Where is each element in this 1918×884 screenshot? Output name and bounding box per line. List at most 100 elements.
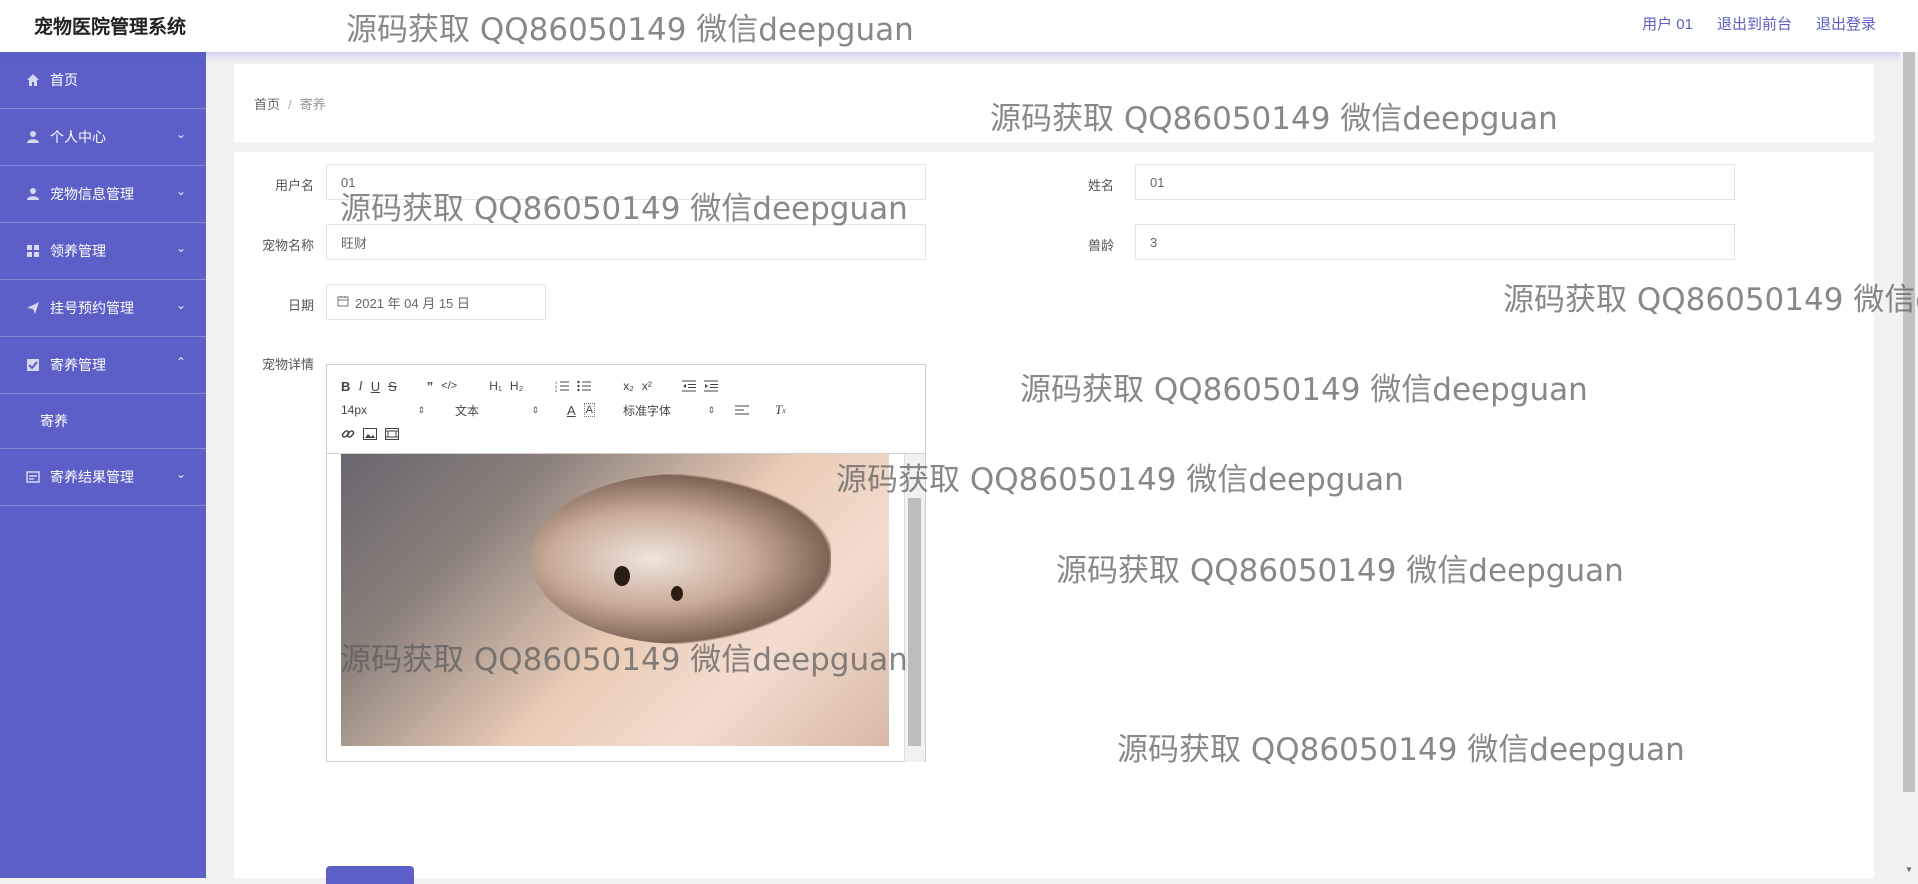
app-title: 宠物医院管理系统 — [34, 17, 187, 38]
strikethrough-icon[interactable]: S — [388, 377, 397, 395]
breadcrumb-home[interactable]: 首页 — [254, 97, 280, 112]
sidebar-item-label: 寄养结果管理 — [50, 469, 134, 485]
heading1-icon[interactable]: H₁ — [489, 377, 502, 395]
top-links: 用户 01 退出到前台 退出登录 — [1642, 13, 1876, 34]
editor-content[interactable] — [327, 453, 925, 762]
sidebar-item-label: 首页 — [50, 72, 78, 88]
clear-format-icon[interactable]: Tx — [775, 401, 786, 419]
sidebar-item-boarding-result[interactable]: 寄养结果管理 ⌄ — [0, 449, 206, 506]
heading2-icon[interactable]: H₂ — [510, 377, 523, 395]
background-color-icon[interactable]: A — [583, 403, 596, 417]
svg-text:3: 3 — [555, 388, 558, 392]
sidebar-item-label: 挂号预约管理 — [50, 300, 134, 316]
cat-photo — [341, 454, 889, 746]
chevron-down-icon: ⌄ — [175, 241, 186, 255]
cat-eye-left — [614, 566, 630, 586]
chevron-down-icon: ⌄ — [175, 467, 186, 481]
sidebar-item-label: 个人中心 — [50, 129, 106, 145]
editor-toolbar-row-1: B I U S ” </> H₁ H₂ 123 x₂ x² — [341, 377, 726, 395]
grid-icon — [24, 242, 42, 260]
home-icon — [24, 71, 42, 89]
align-icon[interactable] — [735, 401, 750, 419]
pet-name-label: 宠物名称 — [261, 238, 314, 253]
breadcrumb-separator: / — [288, 97, 292, 112]
code-block-icon[interactable]: </> — [441, 377, 457, 395]
underline-icon[interactable]: U — [371, 377, 380, 395]
sidebar-item-boarding[interactable]: 寄养管理 ⌃ — [0, 337, 206, 394]
pet-name-field[interactable]: 旺财 — [326, 224, 926, 260]
sidebar-item-personal-center[interactable]: 个人中心 ⌄ — [0, 109, 206, 166]
breadcrumb-current: 寄养 — [299, 97, 326, 112]
link-icon[interactable] — [341, 425, 355, 443]
font-family-select[interactable]: 标准字体 ⇕ — [623, 402, 715, 419]
date-value: 2021 年 04 月 15 日 — [355, 295, 470, 311]
name-field[interactable]: 01 — [1135, 164, 1735, 200]
username-label: 用户名 — [274, 178, 314, 193]
font-family-value: 标准字体 — [623, 403, 672, 418]
chevron-up-icon: ⌃ — [175, 355, 186, 369]
user-icon — [24, 128, 42, 146]
editor-scrollbar[interactable] — [904, 454, 925, 762]
font-size-select[interactable]: 14px ⇕ — [341, 403, 425, 417]
cat-eye-right — [671, 586, 683, 601]
indent-icon[interactable] — [703, 377, 718, 395]
editor-toolbar-row-3 — [341, 425, 407, 443]
chevron-down-icon: ⌄ — [175, 298, 186, 312]
sidebar: 首页 个人中心 ⌄ 宠物信息管理 ⌄ 领养管理 ⌄ 挂号预约管理 ⌄ 寄养管理 … — [0, 52, 206, 878]
scroll-down-arrow-icon[interactable]: ▼ — [1905, 865, 1913, 874]
page-scrollbar-thumb[interactable] — [1903, 52, 1915, 792]
subscript-icon[interactable]: x₂ — [623, 377, 634, 395]
editor-toolbar-row-2: 14px ⇕ 文本 ⇕ A A 标准字体 ⇕ Tx — [341, 401, 794, 419]
sidebar-item-label: 寄养管理 — [50, 357, 106, 373]
date-label: 日期 — [287, 298, 314, 313]
calendar-icon — [337, 295, 349, 310]
chevron-down-icon: ⌄ — [175, 127, 186, 141]
exit-to-front-link[interactable]: 退出到前台 — [1717, 13, 1792, 34]
breadcrumb: 首页 / 寄养 — [254, 94, 326, 113]
blockquote-icon[interactable]: ” — [427, 377, 434, 395]
date-picker[interactable]: 2021 年 04 月 15 日 — [326, 284, 546, 320]
bullet-list-icon[interactable] — [577, 377, 592, 395]
bold-icon[interactable]: B — [341, 377, 350, 395]
updown-icon: ⇕ — [417, 404, 425, 415]
image-icon[interactable] — [363, 425, 377, 443]
video-icon[interactable] — [385, 425, 399, 443]
name-label: 姓名 — [1087, 178, 1114, 193]
block-type-select[interactable]: 文本 ⇕ — [455, 402, 539, 419]
sidebar-item-appointment[interactable]: 挂号预约管理 ⌄ — [0, 280, 206, 337]
block-type-value: 文本 — [455, 403, 480, 418]
superscript-icon[interactable]: x² — [642, 377, 652, 395]
sidebar-item-home[interactable]: 首页 — [0, 52, 206, 109]
updown-icon: ⇕ — [707, 404, 716, 415]
username-field[interactable]: 01 — [326, 164, 926, 200]
pet-age-label: 兽龄 — [1087, 238, 1114, 253]
sidebar-subitem-boarding[interactable]: 寄养 — [0, 394, 206, 449]
sidebar-item-pet-info[interactable]: 宠物信息管理 ⌄ — [0, 166, 206, 223]
sidebar-item-adoption[interactable]: 领养管理 ⌄ — [0, 223, 206, 280]
pet-detail-label: 宠物详情 — [261, 357, 314, 372]
send-icon — [24, 299, 42, 317]
user-icon — [24, 185, 42, 203]
ordered-list-icon[interactable]: 123 — [555, 377, 570, 395]
top-header: 宠物医院管理系统 用户 01 退出到前台 退出登录 — [0, 0, 1918, 52]
form-card: 用户名 01 姓名 01 宠物名称 旺财 兽龄 3 日期 2021 年 04 月… — [234, 152, 1874, 878]
sidebar-item-label: 领养管理 — [50, 243, 106, 259]
submit-button[interactable] — [326, 866, 414, 884]
updown-icon: ⇕ — [531, 404, 539, 415]
form-icon — [24, 468, 42, 486]
check-square-icon — [24, 356, 42, 374]
editor-scrollbar-thumb[interactable] — [908, 498, 921, 746]
breadcrumb-card: 首页 / 寄养 — [234, 64, 1874, 142]
italic-icon[interactable]: I — [358, 377, 362, 395]
logout-link[interactable]: 退出登录 — [1816, 13, 1876, 34]
user-menu-link[interactable]: 用户 01 — [1642, 13, 1693, 34]
chevron-down-icon: ⌄ — [175, 184, 186, 198]
font-color-icon[interactable]: A — [567, 401, 576, 419]
font-size-value: 14px — [341, 403, 368, 417]
sidebar-item-label: 宠物信息管理 — [50, 186, 134, 202]
pet-age-field[interactable]: 3 — [1135, 224, 1735, 260]
rich-text-editor[interactable]: B I U S ” </> H₁ H₂ 123 x₂ x² 14px ⇕ 文本 … — [326, 364, 926, 762]
cat-shape — [531, 474, 831, 644]
page-scrollbar[interactable]: ▼ — [1900, 52, 1918, 878]
outdent-icon[interactable] — [681, 377, 696, 395]
